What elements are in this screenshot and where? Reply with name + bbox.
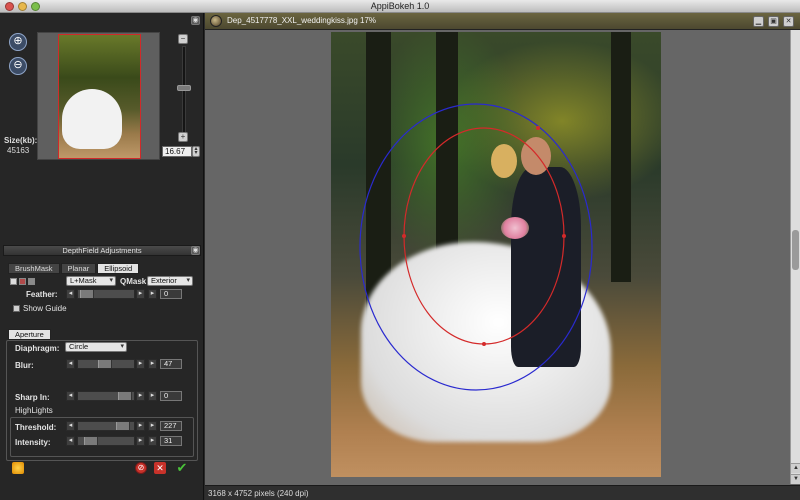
sun-icon[interactable] bbox=[12, 462, 24, 474]
restore-document-button[interactable]: ▣ bbox=[768, 16, 779, 27]
zoom-stepper[interactable]: ▴ ▾ bbox=[192, 146, 200, 157]
qmask-select[interactable]: Exterior bbox=[147, 276, 193, 286]
zoom-in-icon[interactable]: ⊕ bbox=[9, 33, 27, 51]
ellipse-handle-left bbox=[402, 234, 406, 238]
scroll-down-arrow[interactable]: ▼ bbox=[791, 474, 800, 484]
document-titlebar: Dep_4517778_XXL_weddingkiss.jpg 17% ▁ ▣ … bbox=[205, 13, 800, 30]
status-bar: 3168 x 4752 pixels (240 dpi) bbox=[205, 485, 800, 500]
threshold-increase-button[interactable]: ▸ bbox=[136, 421, 145, 431]
mask-tool-icon[interactable] bbox=[10, 278, 17, 285]
sharp-in-label: Sharp In: bbox=[15, 393, 50, 402]
threshold-slider-knob[interactable] bbox=[116, 422, 130, 430]
blur-value[interactable]: 47 bbox=[160, 359, 182, 369]
zoom-slider-track[interactable] bbox=[182, 46, 186, 138]
navigator-thumbnail[interactable] bbox=[37, 32, 160, 160]
diaphragm-label: Diaphragm: bbox=[15, 344, 60, 353]
blur-slider[interactable] bbox=[77, 359, 135, 369]
threshold-value[interactable]: 227 bbox=[160, 421, 182, 431]
document-thumbnail-icon bbox=[210, 15, 222, 27]
outer-ellipse-guide bbox=[359, 103, 593, 391]
zoom-plus-button[interactable]: + bbox=[178, 132, 188, 142]
size-label: Size(kb): bbox=[4, 136, 38, 145]
intensity-decrease-button[interactable]: ◂ bbox=[66, 436, 75, 446]
feather-increase-button[interactable]: ▸ bbox=[136, 289, 145, 299]
threshold-slider[interactable] bbox=[77, 421, 135, 431]
scroll-up-arrow[interactable]: ▲ bbox=[791, 463, 800, 473]
ellipse-handle-bottom bbox=[482, 342, 486, 346]
eraser-tool-icon[interactable] bbox=[28, 278, 35, 285]
window-titlebar: AppiBokeh 1.0 bbox=[0, 0, 800, 13]
viewport-frame[interactable] bbox=[58, 34, 141, 159]
zoom-minus-button[interactable]: − bbox=[178, 34, 188, 44]
size-value: 45163 bbox=[7, 146, 30, 155]
intensity-value[interactable]: 31 bbox=[160, 436, 182, 446]
sharp-in-slider-knob[interactable] bbox=[118, 392, 132, 400]
sharp-in-slider[interactable] bbox=[77, 391, 135, 401]
vertical-scrollbar[interactable]: ▲ ▼ bbox=[790, 30, 800, 484]
feather-step-button[interactable]: ▸ bbox=[148, 289, 157, 299]
minimize-document-button[interactable]: ▁ bbox=[753, 16, 764, 27]
feather-label: Feather: bbox=[26, 290, 58, 299]
depthfield-header: DepthField Adjustments bbox=[3, 245, 201, 256]
left-panel: ◉ ⊕ ⊖ − + Size(kb): 45163 16.67 ▴ ▾ Depth… bbox=[0, 13, 204, 500]
blur-label: Blur: bbox=[15, 361, 34, 370]
zoom-percent-field[interactable]: 16.67 bbox=[162, 146, 192, 157]
highlights-label: HighLights bbox=[15, 406, 53, 415]
feather-slider[interactable] bbox=[77, 289, 135, 299]
feather-value[interactable]: 0 bbox=[160, 289, 182, 299]
ellipse-guide-overlay[interactable] bbox=[331, 32, 661, 477]
show-guide-label: Show Guide bbox=[23, 304, 67, 313]
blur-slider-knob[interactable] bbox=[98, 360, 112, 368]
tab-brushmask[interactable]: BrushMask bbox=[8, 263, 60, 274]
blur-step-button[interactable]: ▸ bbox=[148, 359, 157, 369]
zoom-slider-knob[interactable] bbox=[177, 85, 191, 91]
threshold-label: Threshold: bbox=[15, 423, 57, 432]
feather-decrease-button[interactable]: ◂ bbox=[66, 289, 75, 299]
canvas-image[interactable] bbox=[331, 32, 661, 477]
qmask-label: QMask: bbox=[120, 277, 149, 286]
close-document-button[interactable]: ✕ bbox=[783, 16, 794, 27]
diaphragm-select[interactable]: Circle bbox=[65, 342, 127, 352]
ellipse-handle-right bbox=[562, 234, 566, 238]
sharp-in-step-button[interactable]: ▸ bbox=[148, 391, 157, 401]
sharp-in-increase-button[interactable]: ▸ bbox=[136, 391, 145, 401]
intensity-slider-knob[interactable] bbox=[84, 437, 98, 445]
intensity-slider[interactable] bbox=[77, 436, 135, 446]
sharp-in-value[interactable]: 0 bbox=[160, 391, 182, 401]
blur-increase-button[interactable]: ▸ bbox=[136, 359, 145, 369]
panel-options-icon[interactable]: ◉ bbox=[191, 16, 200, 25]
tab-aperture[interactable]: Aperture bbox=[8, 329, 51, 340]
stop-icon[interactable]: ⊘ bbox=[135, 462, 147, 474]
image-dimensions-status: 3168 x 4752 pixels (240 dpi) bbox=[208, 489, 309, 498]
mask-mode-select[interactable]: L+Mask bbox=[66, 276, 116, 286]
document-title: Dep_4517778_XXL_weddingkiss.jpg 17% bbox=[227, 16, 376, 25]
depthfield-tabs: BrushMask Planar Ellipsoid bbox=[8, 263, 140, 274]
threshold-step-button[interactable]: ▸ bbox=[148, 421, 157, 431]
scrollbar-thumb[interactable] bbox=[792, 230, 799, 270]
intensity-step-button[interactable]: ▸ bbox=[148, 436, 157, 446]
brush-tool-icon[interactable] bbox=[19, 278, 26, 285]
feather-slider-knob[interactable] bbox=[80, 290, 94, 298]
depthfield-options-icon[interactable]: ◉ bbox=[191, 246, 200, 255]
blur-decrease-button[interactable]: ◂ bbox=[66, 359, 75, 369]
cancel-icon[interactable]: ✕ bbox=[154, 462, 166, 474]
intensity-label: Intensity: bbox=[15, 438, 51, 447]
apply-check-icon[interactable]: ✔ bbox=[176, 461, 188, 474]
tab-planar[interactable]: Planar bbox=[60, 263, 97, 274]
ellipse-handle-top bbox=[536, 126, 540, 130]
inner-ellipse-guide bbox=[403, 127, 565, 345]
threshold-decrease-button[interactable]: ◂ bbox=[66, 421, 75, 431]
tab-ellipsoid[interactable]: Ellipsoid bbox=[97, 263, 140, 274]
sharp-in-decrease-button[interactable]: ◂ bbox=[66, 391, 75, 401]
zoom-out-icon[interactable]: ⊖ bbox=[9, 57, 27, 75]
intensity-increase-button[interactable]: ▸ bbox=[136, 436, 145, 446]
show-guide-checkbox[interactable] bbox=[13, 305, 20, 312]
app-title: AppiBokeh 1.0 bbox=[370, 1, 430, 11]
document-window: Dep_4517778_XXL_weddingkiss.jpg 17% ▁ ▣ … bbox=[205, 13, 800, 500]
